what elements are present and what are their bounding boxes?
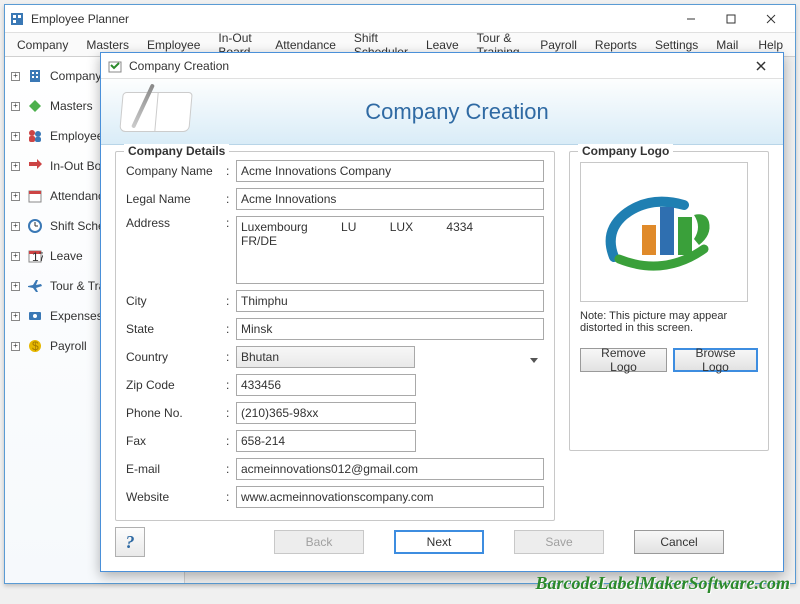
tree-label: Leave [50, 249, 83, 263]
fax-field[interactable] [236, 430, 416, 452]
menu-mail[interactable]: Mail [708, 36, 746, 54]
cancel-button[interactable]: Cancel [634, 530, 724, 554]
expand-icon[interactable]: + [11, 312, 20, 321]
clock-icon [26, 217, 44, 235]
tree-label: Employee [50, 129, 103, 143]
tree-label: Company [50, 69, 101, 83]
dialog-titlebar: Company Creation [101, 53, 783, 79]
menu-employee[interactable]: Employee [139, 36, 208, 54]
maximize-button[interactable] [711, 7, 751, 31]
building-icon [26, 67, 44, 85]
company-creation-dialog: Company Creation Company Creation Compan… [100, 52, 784, 572]
coin-icon: $ [26, 337, 44, 355]
dialog-title: Company Creation [129, 59, 745, 73]
dialog-body: Company Details Company Name : Legal Nam… [101, 145, 783, 521]
money-icon [26, 307, 44, 325]
leave-icon: 17 [26, 247, 44, 265]
details-legend: Company Details [124, 144, 229, 158]
watermark-text: BarcodeLabelMakerSoftware.com [536, 573, 790, 594]
logo-preview [580, 162, 748, 302]
tree-label: Expenses [50, 309, 103, 323]
website-field[interactable] [236, 486, 544, 508]
remove-logo-button[interactable]: Remove Logo [580, 348, 667, 372]
expand-icon[interactable]: + [11, 192, 20, 201]
zip-field[interactable] [236, 374, 416, 396]
phone-field[interactable] [236, 402, 416, 424]
dialog-footer: ? Back Next Save Cancel [101, 521, 783, 571]
logo-note: Note: This picture may appear distorted … [580, 310, 758, 334]
expand-icon[interactable]: + [11, 222, 20, 231]
company-logo-group: Company Logo Note: This picture may appe… [569, 151, 769, 451]
back-button: Back [274, 530, 364, 554]
save-button: Save [514, 530, 604, 554]
logo-legend: Company Logo [578, 144, 673, 158]
state-field[interactable] [236, 318, 544, 340]
plane-icon [26, 277, 44, 295]
dialog-icon [107, 58, 123, 74]
city-field[interactable] [236, 290, 544, 312]
email-field[interactable] [236, 458, 544, 480]
legal-name-field[interactable] [236, 188, 544, 210]
help-button[interactable]: ? [115, 527, 145, 557]
svg-text:$: $ [32, 339, 39, 353]
label-state: State [126, 322, 226, 336]
company-name-field[interactable] [236, 160, 544, 182]
menu-help[interactable]: Help [750, 36, 791, 54]
inout-icon [26, 157, 44, 175]
label-company-name: Company Name [126, 164, 226, 178]
label-zip: Zip Code [126, 378, 226, 392]
app-icon [9, 11, 25, 27]
menu-reports[interactable]: Reports [587, 36, 645, 54]
masters-icon [26, 97, 44, 115]
expand-icon[interactable]: + [11, 162, 20, 171]
label-country: Country [126, 350, 226, 364]
expand-icon[interactable]: + [11, 132, 20, 141]
banner-title: Company Creation [231, 99, 783, 125]
tree-label: Masters [50, 99, 93, 113]
label-website: Website [126, 490, 226, 504]
label-phone: Phone No. [126, 406, 226, 420]
company-details-group: Company Details Company Name : Legal Nam… [115, 151, 555, 521]
expand-icon[interactable]: + [11, 102, 20, 111]
label-city: City [126, 294, 226, 308]
menu-payroll[interactable]: Payroll [532, 36, 585, 54]
calendar-icon [26, 187, 44, 205]
banner-art-icon [111, 84, 231, 140]
dialog-banner: Company Creation [101, 79, 783, 145]
close-button[interactable] [751, 7, 791, 31]
menu-company[interactable]: Company [9, 36, 76, 54]
menu-leave[interactable]: Leave [418, 36, 467, 54]
tree-label: Payroll [50, 339, 87, 353]
next-button[interactable]: Next [394, 530, 484, 554]
address-field[interactable] [236, 216, 544, 284]
dialog-close-button[interactable] [745, 55, 777, 77]
chevron-down-icon [530, 353, 538, 367]
menu-attendance[interactable]: Attendance [267, 36, 344, 54]
menu-settings[interactable]: Settings [647, 36, 706, 54]
svg-text:17: 17 [32, 250, 43, 264]
browse-logo-button[interactable]: Browse Logo [673, 348, 758, 372]
label-address: Address [126, 216, 226, 230]
window-buttons [671, 7, 791, 31]
menu-masters[interactable]: Masters [78, 36, 137, 54]
expand-icon[interactable]: + [11, 282, 20, 291]
country-select[interactable] [236, 346, 415, 368]
label-email: E-mail [126, 462, 226, 476]
label-legal-name: Legal Name [126, 192, 226, 206]
label-fax: Fax [126, 434, 226, 448]
minimize-button[interactable] [671, 7, 711, 31]
app-title: Employee Planner [31, 12, 671, 26]
expand-icon[interactable]: + [11, 342, 20, 351]
expand-icon[interactable]: + [11, 72, 20, 81]
people-icon [26, 127, 44, 145]
expand-icon[interactable]: + [11, 252, 20, 261]
